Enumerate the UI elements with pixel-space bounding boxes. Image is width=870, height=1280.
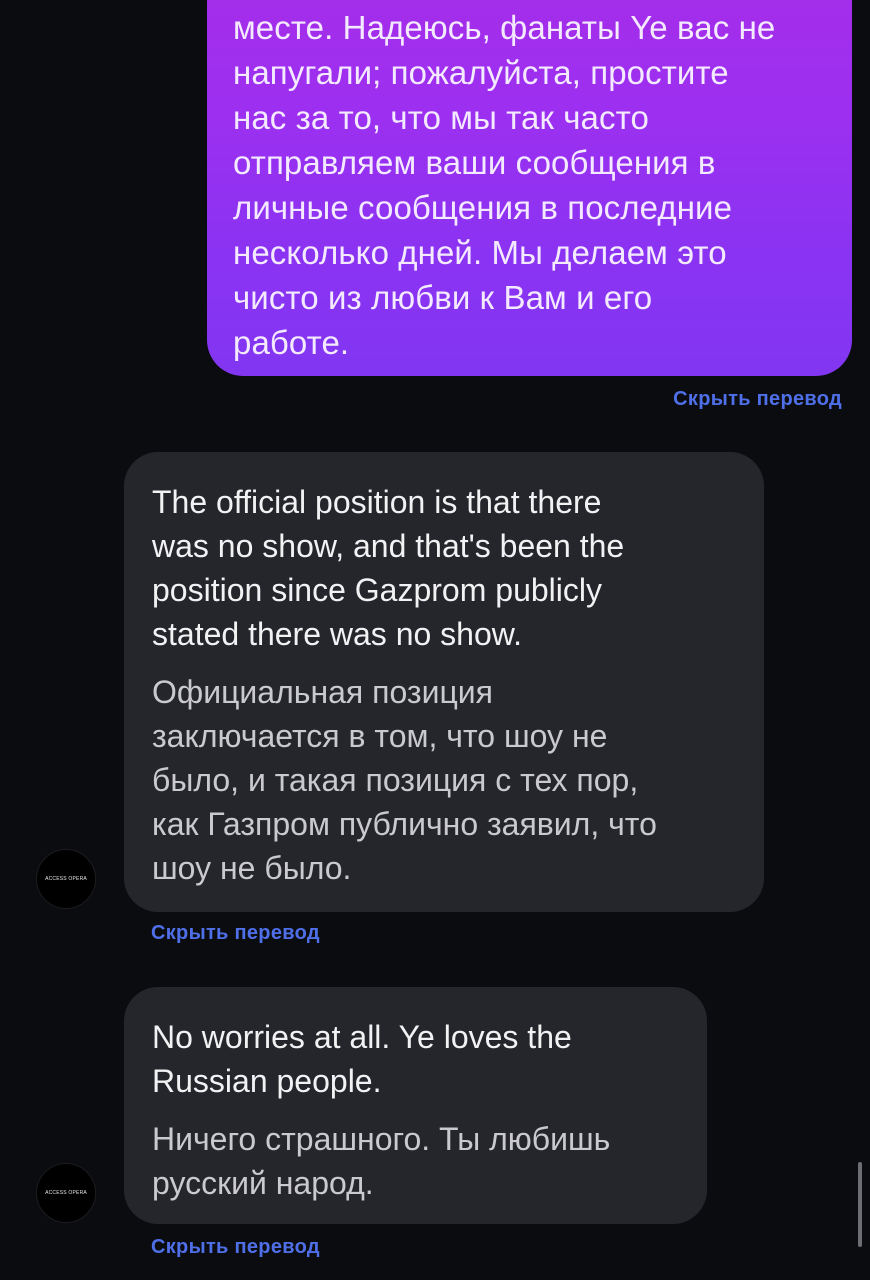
hide-translation-link[interactable]: Скрыть перевод [673,388,842,411]
incoming-message-bubble[interactable]: No worries at all. Ye loves the Russian … [124,987,707,1224]
sender-avatar[interactable]: ACCESS OPERA [36,1163,96,1223]
chat-thread: месте. Надеюсь, фанаты Ye вас не напугал… [0,0,870,1280]
message-original-text: No worries at all. Ye loves the Russian … [152,1019,572,1099]
outgoing-message-bubble[interactable]: месте. Надеюсь, фанаты Ye вас не напугал… [207,0,852,376]
sender-avatar[interactable]: ACCESS OPERA [36,849,96,909]
avatar-logo-text: ACCESS OPERA [45,876,87,882]
outgoing-message-text: месте. Надеюсь, фанаты Ye вас не напугал… [233,9,776,361]
hide-translation-link[interactable]: Скрыть перевод [151,1236,320,1259]
message-translated-text: Официальная позиция заключается в том, ч… [152,674,657,886]
avatar-logo-text: ACCESS OPERA [45,1190,87,1196]
message-original-text: The official position is that there was … [152,484,625,652]
message-translated-text: Ничего страшного. Ты любишь русский наро… [152,1121,611,1201]
incoming-message-bubble[interactable]: The official position is that there was … [124,452,764,912]
hide-translation-link[interactable]: Скрыть перевод [151,922,320,945]
scrollbar[interactable] [858,1162,862,1247]
